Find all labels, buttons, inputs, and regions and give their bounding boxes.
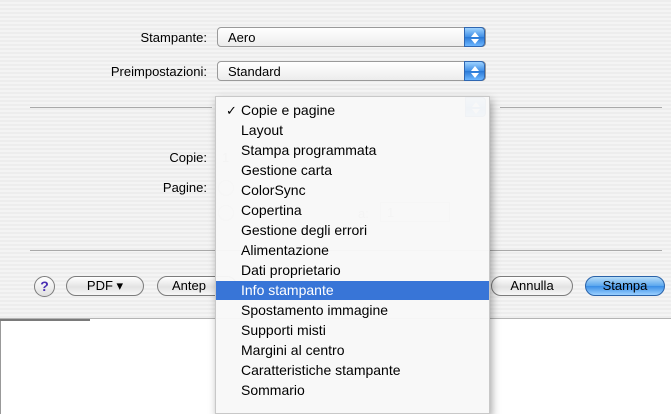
menu-item-label: Copie e pagine bbox=[241, 102, 336, 118]
menu-item-label: Spostamento immagine bbox=[241, 302, 389, 318]
menu-item-label: Margini al centro bbox=[241, 342, 345, 358]
menu-item-caratteristiche-stampante[interactable]: Caratteristiche stampante bbox=[216, 361, 489, 380]
pages-label: Pagine: bbox=[162, 180, 207, 195]
toolbar-rule bbox=[0, 319, 90, 321]
print-button[interactable]: Stampa bbox=[585, 276, 665, 296]
panel-menu: ✓ Copie e pagine Layout Stampa programma… bbox=[215, 96, 490, 414]
printer-popup[interactable]: Aero bbox=[217, 27, 486, 47]
menu-item-colorsync[interactable]: ColorSync bbox=[216, 181, 489, 200]
menu-item-gestione-carta[interactable]: Gestione carta bbox=[216, 161, 489, 180]
menu-item-supporti-misti[interactable]: Supporti misti bbox=[216, 321, 489, 340]
help-button[interactable]: ? bbox=[34, 276, 55, 297]
menu-item-label: Stampa programmata bbox=[241, 142, 377, 158]
menu-item-label: Dati proprietario bbox=[241, 262, 341, 278]
menu-item-spostamento-immagine[interactable]: Spostamento immagine bbox=[216, 301, 489, 320]
menu-item-label: Layout bbox=[241, 122, 284, 138]
printer-label: Stampante: bbox=[140, 30, 208, 45]
menu-item-label: Alimentazione bbox=[241, 242, 329, 258]
menu-item-gestione-errori[interactable]: Gestione degli errori bbox=[216, 221, 489, 240]
pdf-button[interactable]: PDF ▾ bbox=[66, 276, 144, 296]
menu-item-info-stampante[interactable]: Info stampante bbox=[216, 281, 489, 300]
up-down-arrows-icon bbox=[464, 61, 485, 81]
menu-item-margini-al-centro[interactable]: Margini al centro bbox=[216, 341, 489, 360]
cancel-button[interactable]: Annulla bbox=[491, 276, 573, 296]
menu-item-copie-e-pagine[interactable]: ✓ Copie e pagine bbox=[216, 101, 489, 120]
menu-item-label: ColorSync bbox=[241, 182, 306, 198]
menu-item-label: Gestione carta bbox=[241, 162, 333, 178]
presets-label: Preimpostazioni: bbox=[110, 64, 207, 79]
separator-right bbox=[500, 107, 662, 108]
menu-item-layout[interactable]: Layout bbox=[216, 121, 489, 140]
menu-item-label: Gestione degli errori bbox=[241, 222, 368, 238]
printer-value: Aero bbox=[228, 30, 256, 45]
menu-item-label: Sommario bbox=[241, 382, 305, 398]
menu-item-label: Copertina bbox=[241, 202, 302, 218]
menu-item-stampa-programmata[interactable]: Stampa programmata bbox=[216, 141, 489, 160]
menu-item-label: Caratteristiche stampante bbox=[241, 362, 401, 378]
checkmark-icon: ✓ bbox=[226, 103, 237, 118]
menu-item-label: Info stampante bbox=[241, 282, 334, 298]
up-down-arrows-icon bbox=[464, 27, 485, 47]
separator-left bbox=[30, 107, 212, 108]
menu-item-sommario[interactable]: Sommario bbox=[216, 381, 489, 400]
presets-value: Standard bbox=[228, 64, 281, 79]
window-edge bbox=[0, 319, 1, 414]
menu-item-dati-proprietario[interactable]: Dati proprietario bbox=[216, 261, 489, 280]
menu-item-alimentazione[interactable]: Alimentazione bbox=[216, 241, 489, 260]
menu-item-copertina[interactable]: Copertina bbox=[216, 201, 489, 220]
presets-popup[interactable]: Standard bbox=[217, 61, 486, 81]
menu-item-label: Supporti misti bbox=[241, 322, 326, 338]
copies-label: Copie: bbox=[169, 150, 207, 165]
